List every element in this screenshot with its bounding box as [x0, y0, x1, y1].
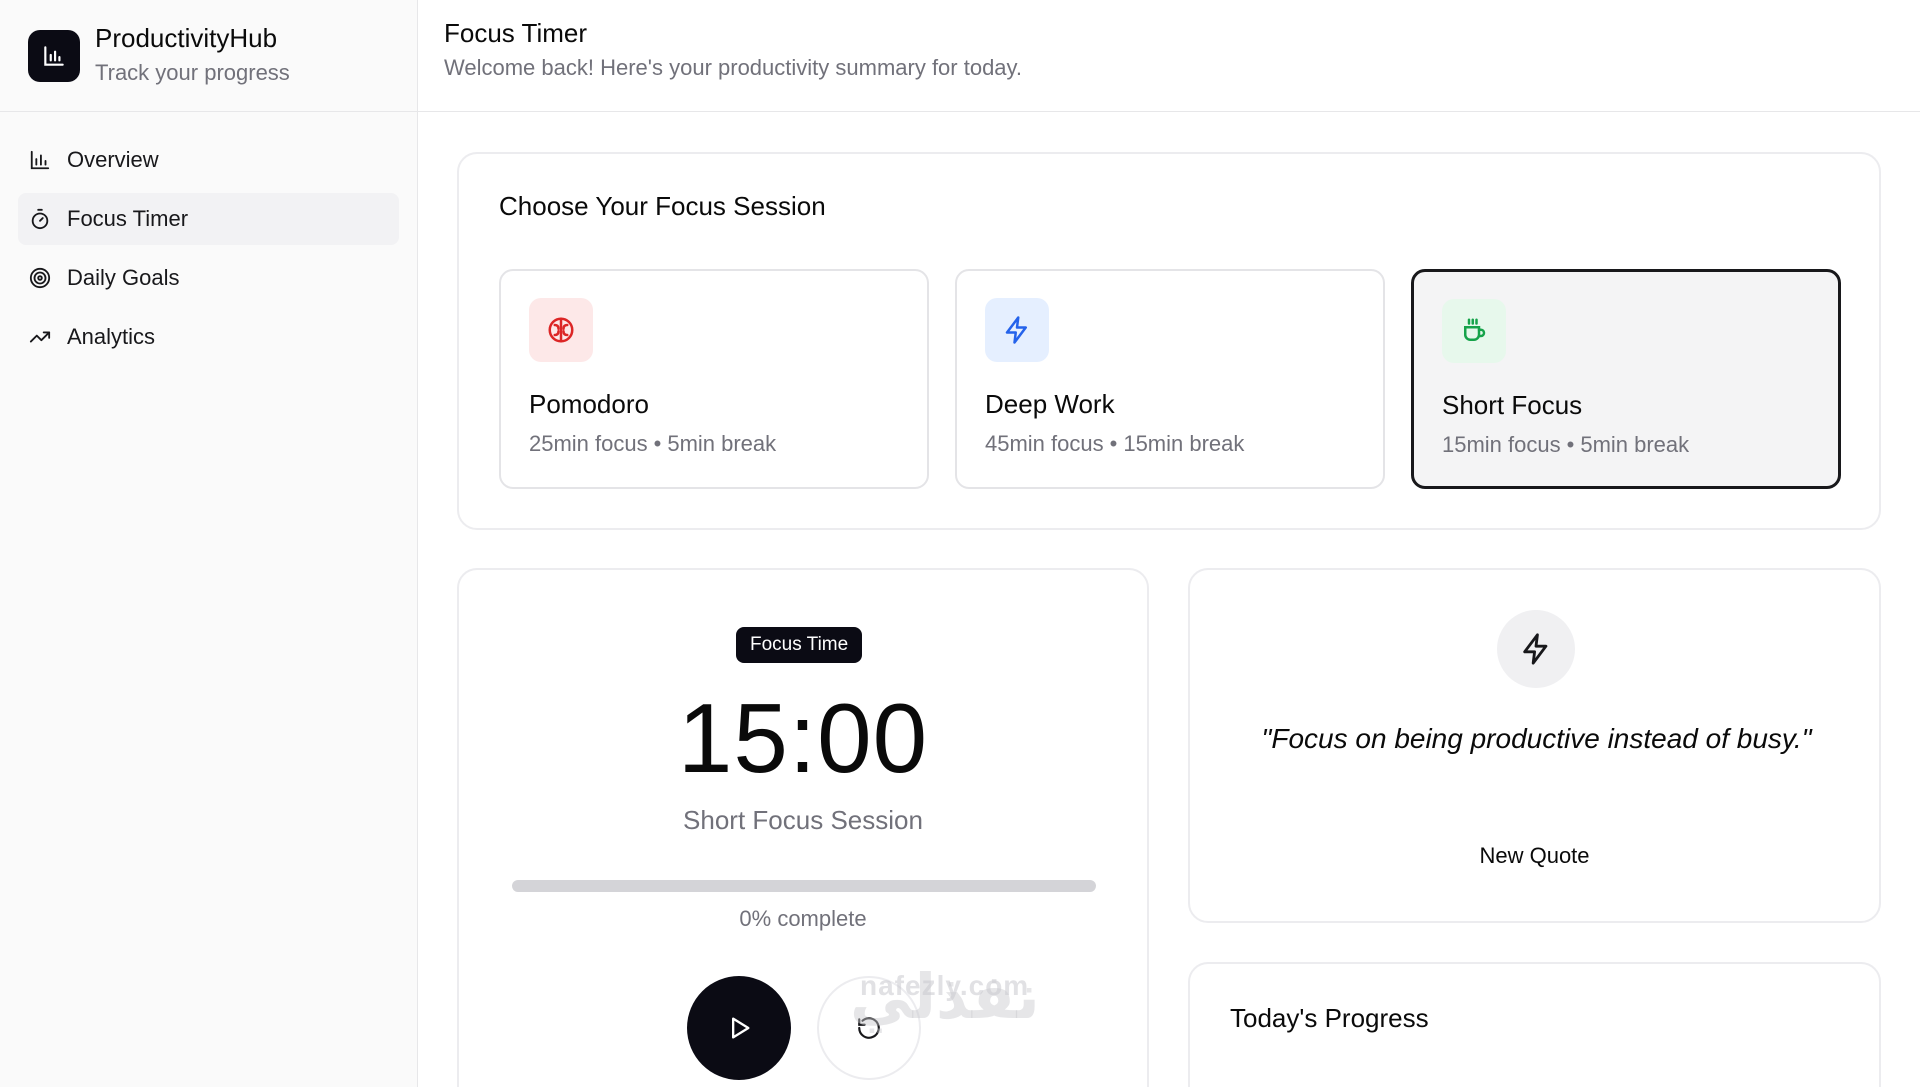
session-name: Deep Work	[985, 389, 1115, 419]
session-focus: 25min focus	[529, 431, 648, 456]
session-name: Pomodoro	[529, 389, 649, 419]
session-description: 25min focus • 5min break	[529, 431, 776, 457]
play-icon	[732, 1017, 750, 1039]
sidebar-item-label: Focus Timer	[67, 206, 189, 231]
brain-icon	[529, 298, 593, 362]
session-focus: 15min focus	[1442, 432, 1561, 457]
session-description: 45min focus • 15min break	[985, 431, 1244, 457]
app-name: ProductivityHub	[95, 23, 278, 53]
brand: ProductivityHub Track your progress	[0, 0, 417, 112]
sidebar-item-label: Overview	[67, 147, 159, 172]
app-tagline: Track your progress	[95, 60, 290, 85]
timer-session-label: Short Focus Session	[683, 805, 923, 835]
play-button[interactable]	[687, 976, 791, 1080]
todays-progress-card: Today's Progress	[1188, 962, 1881, 1087]
sidebar-item-focus-timer[interactable]: Focus Timer	[18, 193, 399, 245]
sidebar-item-label: Daily Goals	[67, 265, 180, 290]
separator: •	[1109, 431, 1118, 456]
choose-session-title: Choose Your Focus Session	[499, 191, 826, 221]
session-focus: 45min focus	[985, 431, 1104, 456]
zap-icon	[985, 298, 1049, 362]
session-break: 5min break	[667, 431, 777, 456]
page-title: Focus Timer	[444, 18, 588, 48]
bar-chart-logo-icon	[28, 29, 80, 82]
timer-card: Focus Time 15:00 Short Focus Session 0% …	[457, 568, 1149, 1087]
timer-display: 15:00	[677, 683, 929, 793]
progress-bar	[512, 880, 1096, 892]
session-option-short-focus[interactable]: Short Focus 15min focus • 5min break	[1411, 269, 1841, 489]
watermark-text: nafezly.com	[860, 970, 1030, 1001]
zap-icon	[1497, 610, 1575, 688]
sidebar-nav: Overview Focus Timer Daily Goals Analyti…	[0, 112, 417, 363]
choose-session-card: Choose Your Focus Session Pomodoro 25min…	[457, 152, 1881, 530]
session-break: 5min break	[1580, 432, 1690, 457]
separator: •	[1566, 432, 1575, 457]
sidebar-item-label: Analytics	[67, 324, 156, 349]
separator: •	[653, 431, 662, 456]
session-option-pomodoro[interactable]: Pomodoro 25min focus • 5min break	[499, 269, 929, 489]
trending-up-icon	[28, 325, 52, 349]
focus-time-badge: Focus Time	[736, 627, 863, 663]
sidebar-item-analytics[interactable]: Analytics	[18, 311, 399, 363]
page-header: Focus Timer Welcome back! Here's your pr…	[418, 0, 1920, 112]
coffee-icon	[1442, 299, 1506, 363]
progress-text: 0% complete	[739, 906, 867, 931]
bar-chart-icon	[28, 148, 52, 172]
session-option-deep-work[interactable]: Deep Work 45min focus • 15min break	[955, 269, 1385, 489]
new-quote-button[interactable]: New Quote	[1190, 843, 1879, 869]
page-subtitle: Welcome back! Here's your productivity s…	[444, 55, 1023, 80]
session-description: 15min focus • 5min break	[1442, 432, 1689, 458]
quote-card: "Focus on being productive instead of bu…	[1188, 568, 1881, 923]
sidebar: ProductivityHub Track your progress Over…	[0, 0, 418, 1087]
timer-icon	[28, 207, 52, 231]
session-break: 15min break	[1123, 431, 1245, 456]
target-icon	[28, 266, 52, 290]
quote-text: "Focus on being productive instead of bu…	[1261, 723, 1812, 754]
session-name: Short Focus	[1442, 390, 1583, 420]
todays-progress-title: Today's Progress	[1230, 1003, 1429, 1033]
sidebar-item-daily-goals[interactable]: Daily Goals	[18, 252, 399, 304]
sidebar-item-overview[interactable]: Overview	[18, 134, 399, 186]
